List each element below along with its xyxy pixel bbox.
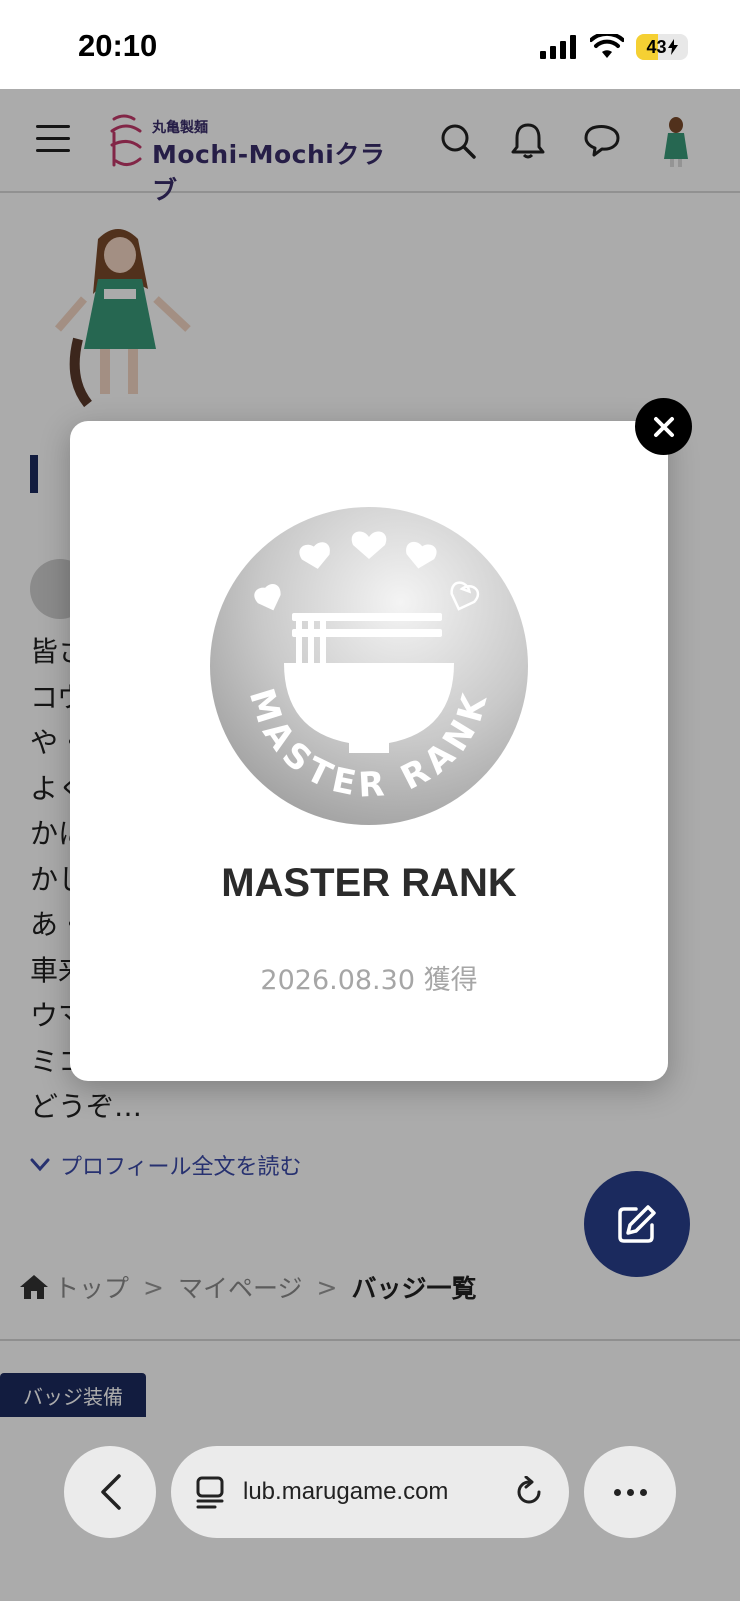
browser-toolbar: lub.marugame.com <box>0 1440 740 1601</box>
compose-button[interactable] <box>584 1171 690 1277</box>
status-time: 20:10 <box>78 28 158 63</box>
master-rank-badge: MASTER RANK <box>210 507 528 825</box>
reload-icon[interactable] <box>513 1476 545 1508</box>
more-dot <box>639 1488 647 1496</box>
more-dot <box>626 1488 634 1496</box>
signal-icon <box>540 35 576 59</box>
page-menu-icon[interactable] <box>195 1475 225 1509</box>
close-icon <box>653 416 674 437</box>
battery-indicator: 43 <box>636 34 688 60</box>
badge-acquired-date: 2026.08.30 獲得 <box>260 965 478 996</box>
url-text: lub.marugame.com <box>243 1478 449 1505</box>
status-icons: 43 <box>540 34 688 60</box>
charging-icon <box>667 39 678 55</box>
back-button[interactable] <box>64 1446 156 1538</box>
badge-detail-modal: MASTER RANK MASTER RANK 2026.08.30 獲得 <box>70 421 668 1081</box>
more-dot <box>613 1488 621 1496</box>
address-bar[interactable]: lub.marugame.com <box>171 1446 569 1538</box>
chevron-left-icon <box>101 1474 121 1510</box>
edit-icon <box>618 1205 656 1243</box>
more-options-button[interactable] <box>584 1446 676 1538</box>
battery-level: 43 <box>646 36 667 57</box>
badge-title: MASTER RANK <box>221 861 517 905</box>
close-modal-button[interactable] <box>635 398 692 455</box>
wifi-icon <box>590 34 624 58</box>
status-bar: 20:10 43 <box>0 0 740 89</box>
